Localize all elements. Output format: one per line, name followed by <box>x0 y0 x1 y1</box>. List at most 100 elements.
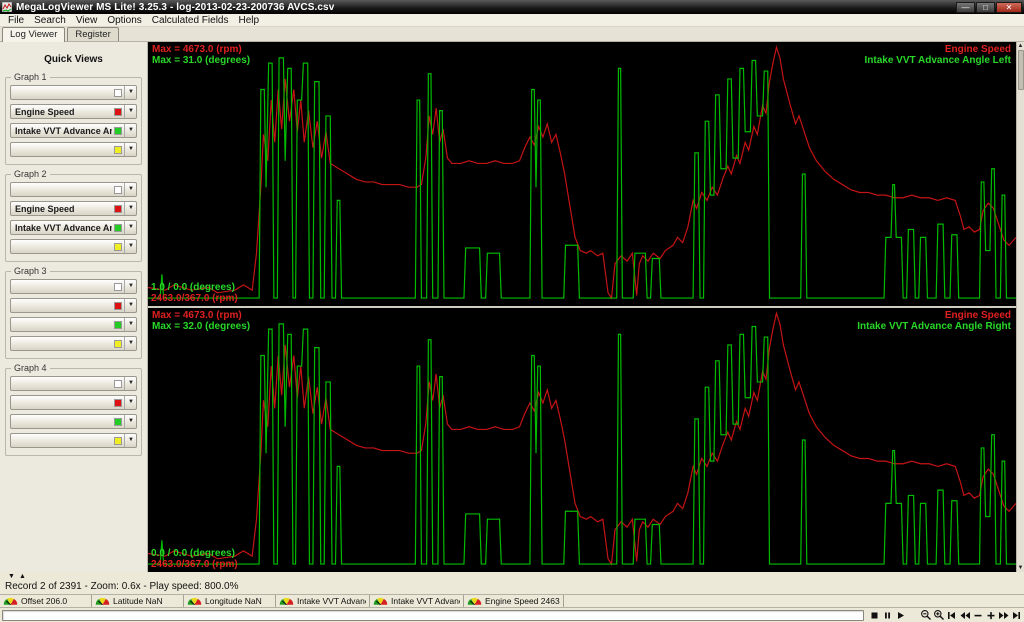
zoom-out-icon[interactable] <box>919 609 932 621</box>
chevron-down-icon: ▼ <box>124 415 134 428</box>
gauge-icon <box>95 596 110 606</box>
graph1-max-degrees: Max = 31.0 (degrees) <box>152 55 250 66</box>
graph1-series1-select[interactable]: ▼ <box>10 85 137 100</box>
graph2-legend-engine-speed: Engine Speed <box>857 310 1011 321</box>
gauge-vvt-left[interactable]: Intake VVT Advance A <box>276 595 370 607</box>
quick-views-title: Quick Views <box>4 54 143 65</box>
play-button[interactable] <box>894 609 907 621</box>
stop-button[interactable] <box>868 609 881 621</box>
gauge-bar: Offset 206.0 Latitude NaN Longitude NaN … <box>0 594 1024 608</box>
menu-options[interactable]: Options <box>102 14 146 27</box>
graph2-series3-select[interactable]: Intake VVT Advance Angle Right▼ <box>10 220 137 235</box>
tab-bar: Log Viewer Register <box>0 27 1024 42</box>
step-back-minus-button[interactable] <box>971 609 984 621</box>
graph4-series2-select[interactable]: ▼ <box>10 395 137 410</box>
graph2-legend-vvt-right: Intake VVT Advance Angle Right <box>857 321 1011 332</box>
scroll-up-icon[interactable]: ▲ <box>1018 43 1024 49</box>
gauge-vvt-right[interactable]: Intake VVT Advance A <box>370 595 464 607</box>
gauge-label: Longitude NaN <box>205 596 262 606</box>
record-status-text: Record 2 of 2391 - Zoom: 0.6x - Play spe… <box>4 581 1024 592</box>
graph3-group-label: Graph 3 <box>11 266 50 276</box>
chevron-down-icon: ▼ <box>124 202 134 215</box>
chevron-down-icon: ▼ <box>124 240 134 253</box>
graph4-group: Graph 4 ▼ ▼ ▼ ▼ <box>5 368 142 456</box>
menu-view[interactable]: View <box>71 14 103 27</box>
menu-file[interactable]: File <box>3 14 29 27</box>
graph2-max-degrees: Max = 32.0 (degrees) <box>152 321 250 332</box>
chevron-down-icon: ▼ <box>124 280 134 293</box>
chevron-down-icon: ▼ <box>124 124 134 137</box>
tab-log-viewer[interactable]: Log Viewer <box>2 27 65 42</box>
gauge-label: Engine Speed 2463.0 <box>485 596 560 606</box>
graph2-series-legend: Engine Speed Intake VVT Advance Angle Ri… <box>857 310 1011 332</box>
series-color-chip <box>114 146 122 154</box>
tab-register[interactable]: Register <box>67 27 118 41</box>
close-button[interactable]: ✕ <box>996 2 1022 13</box>
chevron-down-icon: ▼ <box>124 396 134 409</box>
menu-search[interactable]: Search <box>29 14 71 27</box>
skip-start-button[interactable] <box>945 609 958 621</box>
pause-button[interactable] <box>881 609 894 621</box>
graph1-current-degrees: 1.0 / 0.0 (degrees) <box>151 282 238 293</box>
graph-panel-1[interactable]: Max = 4673.0 (rpm) Max = 31.0 (degrees) … <box>148 42 1016 306</box>
series-select-value: Engine Speed <box>15 107 112 117</box>
gauge-icon <box>3 596 18 606</box>
menu-calculated-fields[interactable]: Calculated Fields <box>147 14 234 27</box>
graph4-series1-select[interactable]: ▼ <box>10 376 137 391</box>
gauge-engine-speed[interactable]: Engine Speed 2463.0 <box>464 595 564 607</box>
series-color-chip <box>114 89 122 97</box>
graph1-plot <box>148 42 1016 306</box>
gauge-label: Intake VVT Advance A <box>391 596 460 606</box>
graph2-series2-select[interactable]: Engine Speed ▼ <box>10 201 137 216</box>
graph3-series3-select[interactable]: ▼ <box>10 317 137 332</box>
chevron-down-icon: ▼ <box>124 143 134 156</box>
gauge-longitude[interactable]: Longitude NaN <box>184 595 276 607</box>
graph1-series-legend: Engine Speed Intake VVT Advance Angle Le… <box>864 44 1011 66</box>
app-window: MegaLogViewer MS Lite! 3.25.3 - log-2013… <box>0 0 1024 622</box>
series-select-value: Engine Speed <box>15 204 112 214</box>
step-forward-plus-button[interactable] <box>984 609 997 621</box>
graph4-series4-select[interactable]: ▼ <box>10 433 137 448</box>
graph2-current-labels: 0.0 / 0.0 (degrees) 2463.0/367.0 (rpm) <box>151 548 238 570</box>
graph3-series4-select[interactable]: ▼ <box>10 336 137 351</box>
menu-bar: File Search View Options Calculated Fiel… <box>0 14 1024 27</box>
scroll-down-icon[interactable]: ▼ <box>1018 565 1024 571</box>
series-color-chip <box>114 302 122 310</box>
chevron-down-icon: ▼ <box>124 183 134 196</box>
graph2-series1-select[interactable]: ▼ <box>10 182 137 197</box>
timeline-slider[interactable] <box>2 610 864 621</box>
splitter-collapse-icon[interactable]: ▼ <box>8 573 15 581</box>
fast-forward-button[interactable] <box>997 609 1010 621</box>
graph1-series2-select[interactable]: Engine Speed ▼ <box>10 104 137 119</box>
gauge-icon <box>373 596 388 606</box>
scrollbar-thumb[interactable] <box>1018 50 1024 90</box>
graph1-series4-select[interactable]: ▼ <box>10 142 137 157</box>
gauge-latitude[interactable]: Latitude NaN <box>92 595 184 607</box>
splitter-expand-icon[interactable]: ▲ <box>19 573 26 581</box>
gauge-offset[interactable]: Offset 206.0 <box>0 595 92 607</box>
zoom-in-icon[interactable] <box>932 609 945 621</box>
graph2-max-rpm: Max = 4673.0 (rpm) <box>152 310 250 321</box>
graph1-group: Graph 1 ▼ Engine Speed▼ Intake VVT Advan… <box>5 77 142 165</box>
chevron-down-icon: ▼ <box>124 299 134 312</box>
graph3-series2-select[interactable]: ▼ <box>10 298 137 313</box>
rewind-button[interactable] <box>958 609 971 621</box>
graph2-series4-select[interactable]: ▼ <box>10 239 137 254</box>
skip-end-button[interactable] <box>1010 609 1023 621</box>
graph-panel-2[interactable]: Max = 4673.0 (rpm) Max = 32.0 (degrees) … <box>148 308 1016 572</box>
graph1-legend-engine-speed: Engine Speed <box>864 44 1011 55</box>
graph1-series3-select[interactable]: Intake VVT Advance Angle Left▼ <box>10 123 137 138</box>
graph3-series1-select[interactable]: ▼ <box>10 279 137 294</box>
minimize-button[interactable]: — <box>956 2 975 13</box>
gauge-icon <box>467 596 482 606</box>
chevron-down-icon: ▼ <box>124 105 134 118</box>
chart-vertical-scrollbar[interactable]: ▲ ▼ <box>1016 42 1024 572</box>
maximize-button[interactable]: □ <box>976 2 995 13</box>
graph1-group-label: Graph 1 <box>11 72 50 82</box>
menu-help[interactable]: Help <box>234 14 265 27</box>
graph2-current-degrees: 0.0 / 0.0 (degrees) <box>151 548 238 559</box>
gauge-label: Intake VVT Advance A <box>297 596 366 606</box>
series-color-chip <box>114 108 122 116</box>
graph4-series3-select[interactable]: ▼ <box>10 414 137 429</box>
series-color-chip <box>114 243 122 251</box>
